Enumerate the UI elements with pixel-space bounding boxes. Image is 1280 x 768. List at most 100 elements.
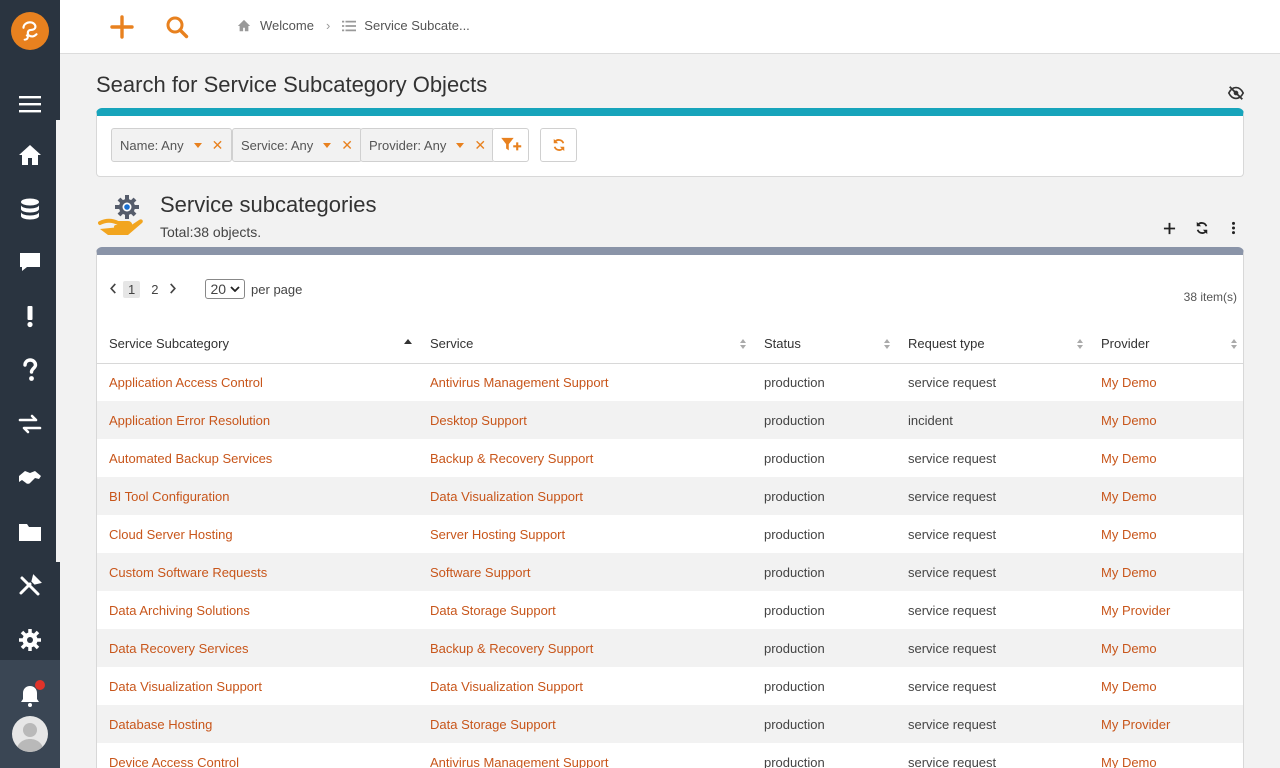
cell-service-subcategory[interactable]: Data Visualization Support (97, 667, 418, 705)
cell-service-subcategory[interactable]: Device Access Control (97, 743, 418, 768)
hide-search-button[interactable] (1227, 84, 1245, 102)
cell-status: production (752, 629, 896, 667)
cell-service-subcategory[interactable]: Application Access Control (97, 363, 418, 401)
cell-service-subcategory[interactable]: Cloud Server Hosting (97, 515, 418, 553)
column-label: Service (430, 336, 474, 352)
cell-request-type: service request (908, 450, 997, 466)
filter-name[interactable]: Name: Any ✕ (111, 128, 233, 162)
cell-service[interactable]: Antivirus Management Support (418, 743, 752, 768)
cell-service[interactable]: Data Visualization Support (418, 667, 752, 705)
per-page-label: per page (251, 281, 303, 297)
cell-provider[interactable]: My Demo (1089, 439, 1243, 477)
cell-service-subcategory[interactable]: Database Hosting (97, 705, 418, 743)
filter-label: Name: Any (120, 137, 184, 153)
comment-icon (20, 253, 40, 271)
prev-page-button[interactable] (109, 282, 117, 297)
add-filter-button[interactable] (492, 128, 529, 162)
sidebar-item-home[interactable] (0, 135, 60, 175)
search-button[interactable] (162, 12, 192, 42)
page-2-button[interactable]: 2 (146, 281, 163, 298)
next-page-button[interactable] (169, 282, 177, 297)
cell-service[interactable]: Server Hosting Support (418, 515, 752, 553)
table-row[interactable]: Application Access Control Antivirus Mana… (97, 363, 1243, 401)
page-1-button[interactable]: 1 (123, 280, 141, 298)
home-icon (237, 19, 251, 31)
sidebar-item-documents[interactable] (0, 512, 60, 552)
refresh-search-button[interactable] (540, 128, 577, 162)
sidebar-item-help[interactable] (0, 350, 60, 390)
menu-toggle-button[interactable] (0, 84, 60, 124)
cell-provider[interactable]: My Demo (1089, 363, 1243, 401)
chevron-down-icon[interactable] (323, 142, 332, 148)
table-row[interactable]: Database Hosting Data Storage Support prod… (97, 705, 1243, 743)
cell-service[interactable]: Data Visualization Support (418, 477, 752, 515)
sidebar-item-services[interactable] (0, 458, 60, 498)
cell-service-subcategory[interactable]: Application Error Resolution (97, 401, 418, 439)
table-row[interactable]: Device Access Control Antivirus Managemen… (97, 743, 1243, 768)
cell-service[interactable]: Software Support (418, 553, 752, 591)
app-logo[interactable] (11, 12, 49, 50)
column-header-service-subcategory[interactable]: Service Subcategory (97, 325, 418, 364)
close-icon[interactable]: ✕ (341, 137, 353, 154)
cell-service[interactable]: Antivirus Management Support (418, 363, 752, 401)
database-icon (21, 198, 39, 220)
column-header-service[interactable]: Service (418, 325, 752, 364)
cell-service[interactable]: Backup & Recovery Support (418, 439, 752, 477)
cell-provider[interactable]: My Demo (1089, 629, 1243, 667)
filter-provider[interactable]: Provider: Any ✕ (360, 128, 496, 162)
menu-icon (19, 96, 41, 113)
add-button[interactable] (107, 12, 137, 42)
filter-service[interactable]: Service: Any ✕ (232, 128, 362, 162)
cell-service[interactable]: Backup & Recovery Support (418, 629, 752, 667)
column-header-request-type[interactable]: Request type (896, 325, 1089, 364)
close-icon[interactable]: ✕ (474, 137, 486, 154)
table-row[interactable]: Cloud Server Hosting Server Hosting Suppo… (97, 515, 1243, 553)
cell-provider[interactable]: My Demo (1089, 553, 1243, 591)
table-row[interactable]: Application Error Resolution Desktop Supp… (97, 401, 1243, 439)
table-row[interactable]: BI Tool Configuration Data Visualization … (97, 477, 1243, 515)
sidebar-item-incidents[interactable] (0, 296, 60, 336)
per-page-select[interactable]: 20 (205, 279, 246, 299)
sidebar-item-changes[interactable] (0, 404, 60, 444)
breadcrumb-item-current[interactable]: Service Subcate... (342, 18, 470, 33)
sidebar-item-comments[interactable] (0, 242, 60, 282)
column-header-provider[interactable]: Provider (1089, 325, 1243, 364)
chevron-down-icon[interactable] (193, 142, 202, 148)
cell-provider[interactable]: My Demo (1089, 667, 1243, 705)
sidebar-item-settings[interactable] (0, 620, 60, 660)
cell-service-subcategory[interactable]: Data Archiving Solutions (97, 591, 418, 629)
cell-service-subcategory[interactable]: Automated Backup Services (97, 439, 418, 477)
table-row[interactable]: Data Visualization Support Data Visualiza… (97, 667, 1243, 705)
cell-service[interactable]: Data Storage Support (418, 591, 752, 629)
cell-provider[interactable]: My Demo (1089, 515, 1243, 553)
cell-service-subcategory[interactable]: Data Recovery Services (97, 629, 418, 667)
create-object-button[interactable] (1159, 218, 1179, 238)
cell-service[interactable]: Desktop Support (418, 401, 752, 439)
breadcrumb-item-welcome[interactable]: Welcome (236, 18, 314, 33)
cell-service-subcategory[interactable]: BI Tool Configuration (97, 477, 418, 515)
cell-status: production (752, 705, 896, 743)
cell-provider[interactable]: My Demo (1089, 401, 1243, 439)
table-row[interactable]: Data Archiving Solutions Data Storage Sup… (97, 591, 1243, 629)
notifications-button[interactable] (0, 676, 60, 716)
cell-service[interactable]: Data Storage Support (418, 705, 752, 743)
table-row[interactable]: Automated Backup Services Backup & Recove… (97, 439, 1243, 477)
sidebar-item-database[interactable] (0, 189, 60, 229)
cell-request-type: service request (908, 678, 997, 694)
cell-provider[interactable]: My Demo (1089, 477, 1243, 515)
avatar[interactable] (12, 716, 48, 752)
cell-service-subcategory[interactable]: Custom Software Requests (97, 553, 418, 591)
sort-icon (1077, 339, 1083, 349)
cell-provider[interactable]: My Provider (1089, 591, 1243, 629)
chevron-down-icon[interactable] (456, 142, 465, 148)
plus-icon (1163, 222, 1175, 234)
table-row[interactable]: Data Recovery Services Backup & Recovery … (97, 629, 1243, 667)
more-actions-button[interactable] (1223, 218, 1243, 238)
cell-provider[interactable]: My Demo (1089, 743, 1243, 768)
table-row[interactable]: Custom Software Requests Software Support… (97, 553, 1243, 591)
column-header-status[interactable]: Status (752, 325, 896, 364)
cell-provider[interactable]: My Provider (1089, 705, 1243, 743)
refresh-list-button[interactable] (1192, 218, 1212, 238)
sidebar-item-tools[interactable] (0, 566, 60, 606)
close-icon[interactable]: ✕ (212, 137, 224, 154)
